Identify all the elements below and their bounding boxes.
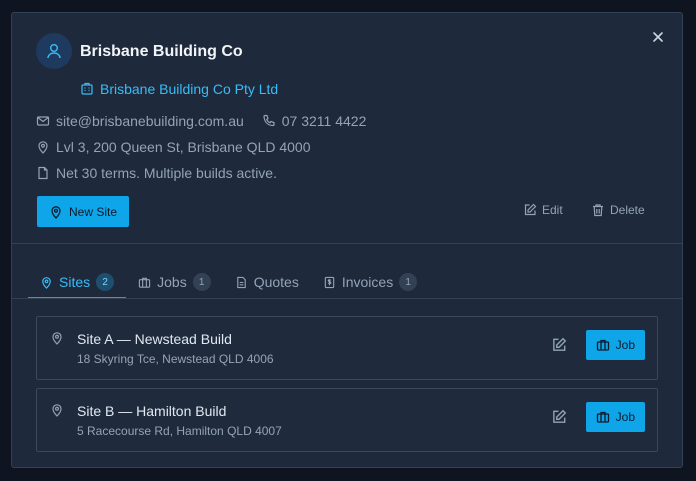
count-badge: 1 — [192, 273, 211, 291]
map-pin-icon — [50, 403, 64, 422]
document-icon — [236, 276, 246, 288]
notes-row: Net 30 terms. Multiple builds active. — [36, 165, 277, 181]
new-site-button[interactable]: New Site — [37, 196, 130, 227]
tabs-underline — [12, 298, 682, 299]
site-address: 18 Skyring Tce, Newstead QLD 4006 — [77, 352, 274, 366]
close-icon[interactable] — [650, 29, 666, 45]
phone-text[interactable]: 07 3211 4422 — [282, 113, 367, 129]
company-link[interactable]: Brisbane Building Co Pty Ltd — [80, 81, 278, 97]
tab-quotes[interactable]: Quotes — [223, 265, 311, 299]
job-label: Job — [615, 338, 635, 352]
briefcase-icon — [596, 411, 609, 423]
mail-icon — [36, 116, 50, 126]
address-row: Lvl 3, 200 Queen St, Brisbane QLD 4000 — [36, 139, 311, 155]
map-pin-icon — [51, 205, 61, 219]
avatar — [36, 33, 72, 69]
tab-jobs[interactable]: Jobs 1 — [126, 265, 223, 299]
map-pin-icon — [42, 276, 51, 289]
note-icon — [38, 166, 48, 180]
edit-label: Edit — [542, 203, 563, 217]
divider — [12, 243, 682, 244]
tab-label: Quotes — [253, 274, 299, 290]
site-card[interactable]: Site B — Hamilton Build 5 Racecourse Rd,… — [36, 388, 658, 452]
client-detail-modal: Brisbane Building Co Brisbane Building C… — [11, 12, 683, 468]
map-pin-icon — [38, 141, 48, 154]
site-name: Site A — Newstead Build — [77, 331, 232, 347]
receipt-icon — [324, 276, 335, 288]
contact-row: site@brisbanebuilding.com.au 07 3211 442… — [36, 113, 366, 129]
briefcase-icon — [596, 339, 609, 351]
edit-button[interactable]: Edit — [523, 203, 563, 217]
add-job-button[interactable]: Job — [585, 402, 645, 432]
new-site-label: New Site — [69, 204, 118, 219]
edit-icon[interactable] — [551, 337, 569, 355]
edit-icon — [524, 203, 537, 216]
site-address: 5 Racecourse Rd, Hamilton QLD 4007 — [77, 424, 282, 438]
site-card[interactable]: Site A — Newstead Build 18 Skyring Tce, … — [36, 316, 658, 380]
map-pin-icon — [50, 331, 64, 350]
edit-icon[interactable] — [551, 409, 569, 427]
phone-icon — [263, 114, 275, 127]
address-text: Lvl 3, 200 Queen St, Brisbane QLD 4000 — [56, 139, 311, 155]
tab-invoices[interactable]: Invoices 1 — [311, 265, 429, 299]
tab-label: Jobs — [157, 274, 187, 290]
site-name: Site B — Hamilton Build — [77, 403, 227, 419]
email-text[interactable]: site@brisbanebuilding.com.au — [56, 113, 244, 129]
delete-label: Delete — [610, 203, 645, 217]
client-name: Brisbane Building Co — [80, 43, 243, 60]
job-label: Job — [615, 410, 635, 424]
tab-label: Sites — [59, 274, 91, 290]
company-name: Brisbane Building Co Pty Ltd — [100, 81, 279, 97]
trash-icon — [593, 204, 603, 217]
count-badge: 2 — [96, 273, 115, 291]
briefcase-icon — [138, 277, 151, 288]
tab-sites[interactable]: Sites 2 — [28, 265, 127, 299]
delete-button[interactable]: Delete — [591, 203, 645, 217]
user-icon — [47, 44, 61, 59]
building-icon — [81, 82, 93, 95]
add-job-button[interactable]: Job — [585, 330, 645, 360]
tab-bar: Sites 2 Jobs 1 Quotes Invoices 1 — [28, 265, 429, 299]
notes-text: Net 30 terms. Multiple builds active. — [56, 165, 277, 181]
tab-label: Invoices — [341, 274, 394, 290]
count-badge: 1 — [399, 273, 418, 291]
